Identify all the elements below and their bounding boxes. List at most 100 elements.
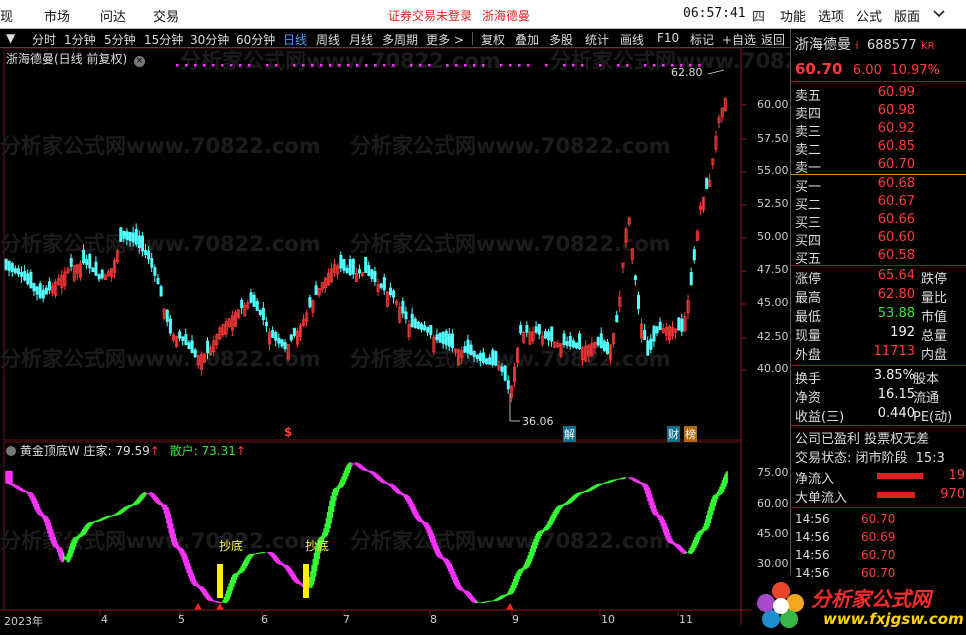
tick-time: 14:56 (795, 548, 830, 562)
candle-body (150, 258, 154, 268)
ask-row[interactable]: 卖五 60.99 (795, 85, 965, 104)
menu-item-sys[interactable]: 四 (752, 6, 765, 25)
menu-item-view[interactable]: 现 (0, 6, 13, 25)
candle-body (97, 274, 101, 280)
menu-item-options[interactable]: 选项 (818, 6, 844, 25)
candle-body (637, 294, 641, 309)
candle-body (478, 353, 482, 361)
stat-row: 涨停 65.64 跌停 (795, 268, 965, 287)
menu-item-market[interactable]: 市场 (44, 6, 70, 25)
candle-body (481, 352, 485, 363)
btn-multi-stock[interactable]: 多股 (549, 31, 573, 48)
sanhu-value: 73.31 (201, 444, 236, 458)
candle-body (159, 286, 163, 297)
menu-item-formula[interactable]: 公式 (856, 6, 882, 25)
quote-info-mark[interactable]: i (855, 39, 858, 52)
toolbar-divider (472, 32, 473, 45)
btn-f10[interactable]: F10 (657, 31, 679, 45)
x-tick: 5 (178, 613, 185, 626)
signal-dot (176, 64, 179, 67)
candle-body (122, 230, 126, 239)
candle-body (348, 259, 352, 275)
menu-item-function[interactable]: 功能 (780, 6, 806, 25)
stat-label-2: PE(动) (913, 410, 953, 425)
candle-body (419, 323, 423, 330)
candle-body (606, 342, 610, 354)
tick-price: 60.70 (861, 512, 896, 526)
tab-weekly[interactable]: 周线 (316, 31, 340, 48)
btn-mark[interactable]: 标记 (690, 31, 714, 48)
marker-dollar[interactable]: $ (284, 425, 292, 439)
tab-5min[interactable]: 5分钟 (104, 31, 136, 48)
menu-item-layout[interactable]: 版面 (894, 6, 920, 25)
bid-row[interactable]: 买四 60.60 (795, 230, 965, 249)
signal-dot (599, 64, 602, 67)
login-notice[interactable]: 证券交易未登录 (388, 7, 472, 24)
kline-chart[interactable]: 分析家公式网www.70822.com 分析家公式网www.70822.com 分析… (0, 48, 790, 635)
menu-item-trade[interactable]: 交易 (153, 6, 179, 25)
marker-cai[interactable]: 财 (667, 426, 680, 442)
ask-row[interactable]: 卖二 60.85 (795, 139, 965, 158)
candle-body (153, 267, 157, 276)
book-label: 卖二 (795, 143, 822, 158)
minimize-icon[interactable] (930, 4, 948, 22)
candle-body (469, 344, 473, 356)
tick-row: 14:56 60.70 (795, 566, 965, 584)
x-tick: 6 (261, 613, 268, 626)
signal-dot (473, 64, 476, 67)
menu-item-wenda[interactable]: 问达 (100, 6, 126, 25)
signal-dot (374, 64, 377, 67)
trade-status-text: 交易状态: 闭市阶段 (795, 451, 908, 466)
candle-body (10, 263, 14, 273)
btn-stats[interactable]: 统计 (585, 31, 609, 48)
candle-body (181, 336, 185, 341)
period-toolbar: ▼ 分时 1分钟 5分钟 15分钟 30分钟 60分钟 日线 周线 月线 多周期… (0, 29, 790, 48)
candle-body (168, 318, 172, 334)
bid-row[interactable]: 买二 60.67 (795, 194, 965, 213)
tab-1min[interactable]: 1分钟 (64, 31, 96, 48)
candle-body (69, 257, 73, 267)
tab-60min[interactable]: 60分钟 (236, 31, 275, 48)
btn-add-favorite[interactable]: +自选 (722, 31, 756, 48)
chart-title-icon[interactable]: × (134, 56, 146, 67)
marker-jie[interactable]: 解 (563, 426, 576, 442)
bid-row[interactable]: 买三 60.66 (795, 212, 965, 231)
flow-label: 净流入 (795, 472, 835, 487)
marker-bang[interactable]: 榜 (684, 426, 697, 442)
ask-row[interactable]: 卖四 60.98 (795, 103, 965, 122)
watermark-text: 分析家公式网www.70822.com (550, 49, 790, 73)
tab-fenshi[interactable]: 分时 (32, 31, 56, 48)
tab-15min[interactable]: 15分钟 (144, 31, 183, 48)
btn-overlay[interactable]: 叠加 (515, 31, 539, 48)
candle-body (485, 358, 489, 365)
tab-more[interactable]: 更多 > (426, 31, 464, 48)
ask-row[interactable]: 卖三 60.92 (795, 121, 965, 140)
btn-fuquan[interactable]: 复权 (481, 31, 505, 48)
ind-y-tick: 60.00 (757, 497, 789, 510)
candle-body (7, 260, 11, 271)
stat-row: 现量 192 总量 (795, 325, 965, 344)
candle-body (292, 327, 296, 336)
tab-multi-period[interactable]: 多周期 (382, 31, 418, 48)
quote-pct: 10.97% (890, 63, 940, 78)
candle-body (441, 332, 445, 344)
btn-back[interactable]: 返回 (761, 31, 785, 48)
tab-daily[interactable]: 日线 (283, 31, 307, 48)
btn-draw[interactable]: 画线 (620, 31, 644, 48)
chart-toggle-icon[interactable]: ▼ (6, 31, 15, 45)
bid-row[interactable]: 买一 60.68 (795, 176, 965, 195)
tab-30min[interactable]: 30分钟 (190, 31, 229, 48)
tab-monthly[interactable]: 月线 (349, 31, 373, 48)
price-y-tick: 42.50 (757, 330, 789, 343)
candle-body (404, 311, 408, 320)
ask-row[interactable]: 卖一 60.70 (795, 157, 965, 176)
stock-notice[interactable]: 浙海德曼 (482, 7, 530, 24)
bid-row[interactable]: 买五 60.58 (795, 248, 965, 267)
indicator-settings-icon[interactable] (6, 446, 16, 456)
signal-dot (275, 64, 278, 67)
candle-body (41, 289, 45, 299)
candle-body (599, 333, 603, 349)
candle-body (435, 334, 439, 341)
signal-dot (482, 64, 485, 67)
indicator-name: 黄金顶底W (19, 444, 80, 458)
